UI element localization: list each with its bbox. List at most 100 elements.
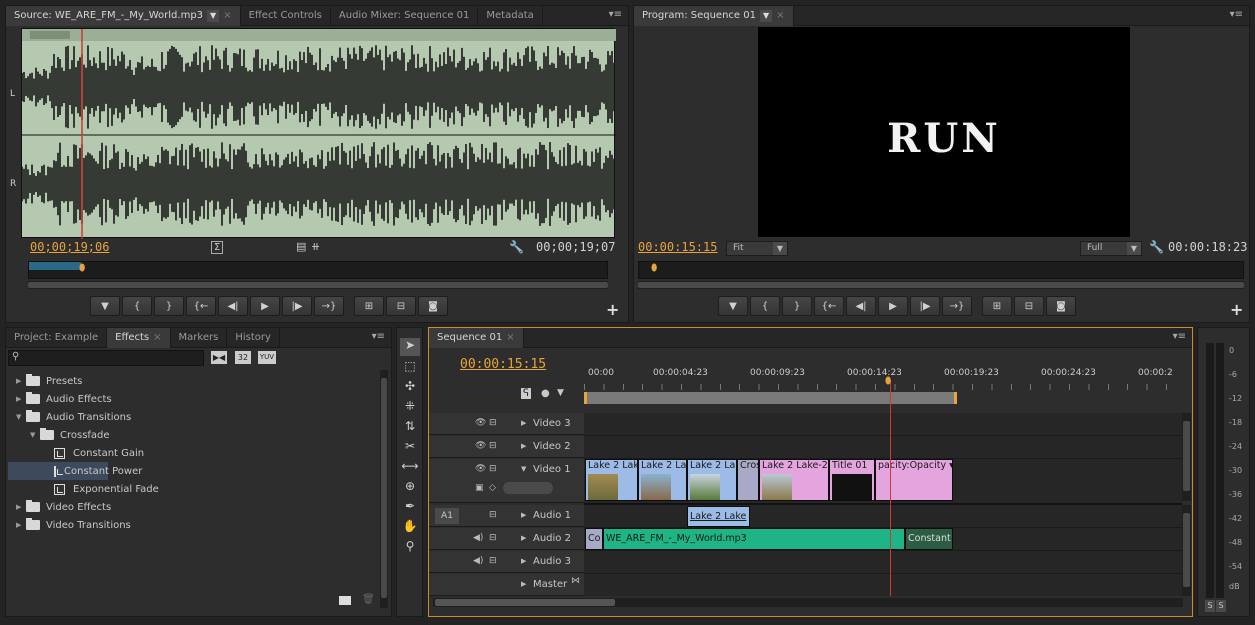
play-button[interactable]: ▶ bbox=[878, 296, 908, 316]
video-clip[interactable]: Lake 2 Lake-2 bbox=[759, 459, 829, 501]
export-frame-button[interactable]: ◙ bbox=[418, 296, 448, 316]
work-area-bar[interactable] bbox=[584, 392, 957, 404]
new-bin-icon[interactable] bbox=[339, 596, 351, 605]
wrench-icon[interactable]: 🔧 bbox=[509, 240, 524, 254]
sync-lock-icon[interactable]: ⊟ bbox=[489, 441, 497, 451]
selection-tool-icon[interactable]: ➤ bbox=[400, 338, 420, 356]
tree-item-exponential-fade[interactable]: Exponential Fade bbox=[8, 480, 159, 498]
source-playhead-marker[interactable]: ⬮ bbox=[79, 263, 85, 274]
add-marker-icon[interactable]: ▼ bbox=[557, 388, 564, 398]
overwrite-button[interactable]: ⊟ bbox=[386, 296, 416, 316]
video-clip[interactable]: Lake 2 La bbox=[638, 459, 687, 501]
step-forward-button[interactable]: |▶ bbox=[910, 296, 940, 316]
tree-item-audio-effects[interactable]: ▶ Audio Effects bbox=[8, 390, 112, 408]
source-playhead-timecode[interactable]: 00;00;19;06 bbox=[30, 240, 109, 254]
marker-icon[interactable]: ● bbox=[541, 388, 550, 399]
close-icon[interactable]: × bbox=[223, 10, 231, 21]
mark-out-button[interactable]: } bbox=[782, 296, 812, 316]
close-icon[interactable]: × bbox=[776, 10, 784, 21]
track-header-audio-3[interactable]: ◀) ⊟ ▶ Audio 3 bbox=[429, 551, 584, 573]
video-clip[interactable]: Lake 2 La bbox=[687, 459, 737, 501]
hand-tool-icon[interactable]: ✋ bbox=[400, 519, 420, 537]
step-back-button[interactable]: ◀| bbox=[218, 296, 248, 316]
sync-lock-icon[interactable]: ⊟ bbox=[489, 510, 497, 520]
video-clip[interactable]: Lake 2 Lak bbox=[585, 459, 638, 501]
timeline-playhead-line[interactable] bbox=[890, 380, 891, 596]
audio-clip[interactable]: WE_ARE_FM_-_My_World.mp3 bbox=[603, 528, 905, 550]
tree-item-constant-gain[interactable]: Constant Gain bbox=[8, 444, 144, 462]
expand-triangle-icon[interactable]: ▶ bbox=[16, 377, 26, 385]
keyframe-nav[interactable] bbox=[503, 482, 553, 494]
audio-clip[interactable]: Lake 2 Lake bbox=[687, 506, 750, 527]
razor-tool-icon[interactable]: ✂ bbox=[400, 439, 420, 457]
panel-menu-icon[interactable]: ▾≡ bbox=[1173, 331, 1186, 342]
tab-metadata[interactable]: Metadata bbox=[478, 5, 543, 26]
lift-button[interactable]: ⊞ bbox=[982, 296, 1012, 316]
expand-triangle-icon[interactable]: ▶ bbox=[521, 442, 526, 450]
tab-source[interactable]: Source: WE_ARE_FM_-_My_World.mp3 ▼ × bbox=[6, 5, 241, 26]
rolling-edit-tool-icon[interactable]: ⁜ bbox=[400, 399, 420, 417]
insert-button[interactable]: ⊞ bbox=[354, 296, 384, 316]
track-header-video-2[interactable]: 👁 ⊟ ▶ Video 2 bbox=[429, 436, 584, 458]
expand-triangle-icon[interactable]: ▶ bbox=[521, 511, 526, 519]
tree-item-presets[interactable]: ▶ Presets bbox=[8, 372, 82, 390]
chevron-down-icon[interactable]: ▼ bbox=[759, 9, 773, 22]
effects-vertical-scrollbar[interactable] bbox=[380, 370, 388, 608]
collapse-triangle-icon[interactable]: ▼ bbox=[30, 431, 40, 439]
go-to-out-button[interactable]: →} bbox=[314, 296, 344, 316]
collapse-triangle-icon[interactable]: ▼ bbox=[16, 413, 26, 421]
mark-in-button[interactable]: { bbox=[750, 296, 780, 316]
accelerated-effects-icon[interactable]: ▶◀ bbox=[211, 351, 227, 364]
speaker-icon[interactable]: ◀) bbox=[473, 556, 483, 566]
step-back-button[interactable]: ◀| bbox=[846, 296, 876, 316]
go-to-out-button[interactable]: →} bbox=[942, 296, 972, 316]
32bit-effects-icon[interactable]: 32 bbox=[235, 351, 251, 364]
fit-select[interactable]: Fit ▼ bbox=[726, 241, 788, 256]
tab-effects[interactable]: Effects × bbox=[107, 327, 171, 348]
source-zoom-scrollbar[interactable] bbox=[28, 281, 608, 289]
audio-transition-clip[interactable]: Co bbox=[585, 528, 603, 550]
tree-item-audio-transitions[interactable]: ▼ Audio Transitions bbox=[8, 408, 131, 426]
tab-history[interactable]: History bbox=[227, 327, 280, 348]
drag-audio-icon[interactable]: ⧺ bbox=[311, 240, 320, 253]
pen-tool-icon[interactable]: ✒ bbox=[400, 499, 420, 517]
display-style-icon[interactable]: ▣ bbox=[475, 483, 484, 493]
go-to-in-button[interactable]: {← bbox=[814, 296, 844, 316]
opacity-keyframe-clip[interactable]: pacity:Opacity ▾ bbox=[875, 459, 953, 501]
zoom-tool-icon[interactable]: ⚲ bbox=[400, 539, 420, 557]
expand-triangle-icon[interactable]: ▶ bbox=[521, 580, 526, 588]
tab-audio-mixer[interactable]: Audio Mixer: Sequence 01 bbox=[331, 5, 479, 26]
audio-transition-clip[interactable]: Constant bbox=[905, 528, 953, 550]
extract-button[interactable]: ⊟ bbox=[1014, 296, 1044, 316]
panel-menu-icon[interactable]: ▾≡ bbox=[1230, 9, 1243, 20]
close-icon[interactable]: × bbox=[506, 332, 514, 343]
source-time-ruler[interactable]: ⬮ bbox=[28, 261, 608, 279]
drag-video-icon[interactable]: ▤ bbox=[296, 240, 306, 253]
mark-out-button[interactable]: } bbox=[154, 296, 184, 316]
waveform-view[interactable]: L R bbox=[10, 28, 616, 239]
track-header-video-3[interactable]: 👁 ⊟ ▶ Video 3 bbox=[429, 413, 584, 435]
play-button[interactable]: ▶ bbox=[250, 296, 280, 316]
expand-triangle-icon[interactable]: ▶ bbox=[521, 557, 526, 565]
add-marker-button[interactable]: ▼ bbox=[718, 296, 748, 316]
button-editor-plus-icon[interactable]: + bbox=[1230, 300, 1243, 319]
expand-triangle-icon[interactable]: ▶ bbox=[521, 534, 526, 542]
timeline-ruler[interactable]: 00:00 00:00:04:23 00:00:09:23 00:00:14:2… bbox=[584, 360, 1182, 406]
transition-clip[interactable]: Cros bbox=[737, 459, 759, 501]
sync-lock-icon[interactable]: ⊟ bbox=[489, 464, 497, 474]
speaker-icon[interactable]: ◀) bbox=[473, 533, 483, 543]
eye-icon[interactable]: 👁 bbox=[475, 464, 486, 474]
expand-triangle-icon[interactable]: ▶ bbox=[16, 521, 26, 529]
safe-margins-icon[interactable]: Σ bbox=[211, 241, 224, 254]
tab-program[interactable]: Program: Sequence 01 ▼ × bbox=[634, 5, 794, 26]
program-playhead-timecode[interactable]: 00:00:15:15 bbox=[638, 240, 717, 254]
snap-icon[interactable]: ᕋ bbox=[521, 388, 532, 399]
tab-effect-controls[interactable]: Effect Controls bbox=[241, 5, 331, 26]
button-editor-plus-icon[interactable]: + bbox=[606, 300, 619, 319]
rate-stretch-tool-icon[interactable]: ⇅ bbox=[400, 419, 420, 437]
sync-lock-icon[interactable]: ⊟ bbox=[489, 418, 497, 428]
expand-triangle-icon[interactable]: ▶ bbox=[521, 419, 526, 427]
panel-menu-icon[interactable]: ▾≡ bbox=[372, 331, 385, 342]
export-frame-button[interactable]: ◙ bbox=[1046, 296, 1076, 316]
eye-icon[interactable]: 👁 bbox=[475, 418, 486, 428]
